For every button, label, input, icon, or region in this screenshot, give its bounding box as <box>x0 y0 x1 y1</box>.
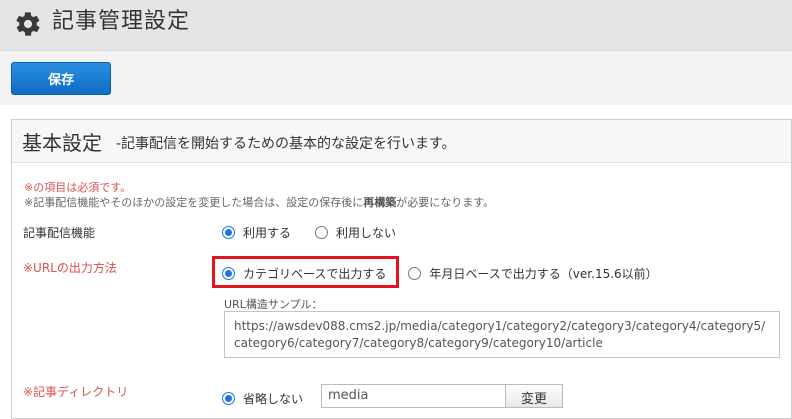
rebuild-note-post: が必要になります。 <box>396 196 495 209</box>
rebuild-note: ※記事配信機能やそのほかの設定を変更した場合は、設定の保存後に再構築が必要になり… <box>24 194 494 210</box>
directory-option-keep[interactable]: 省略しない <box>222 390 303 407</box>
radio-selected[interactable] <box>222 392 235 405</box>
directory-radio-group: 省略しない <box>222 390 327 407</box>
distribution-option-enable[interactable]: 利用する <box>222 224 291 241</box>
distribution-option-disable[interactable]: 利用しない <box>315 224 396 241</box>
distribution-label: 記事配信機能 <box>23 226 96 240</box>
url-sample-box: https://awsdev088.cms2.jp/media/category… <box>224 311 780 358</box>
panel-header: 基本設定 -記事配信を開始するための基本的な設定を行います。 <box>12 120 791 163</box>
distribution-radio-group: 利用する 利用しない <box>222 224 420 241</box>
radio-unselected[interactable] <box>408 267 422 280</box>
change-button[interactable]: 変更 <box>505 384 563 408</box>
panel-description: -記事配信を開始するための基本的な設定を行います。 <box>116 136 456 152</box>
directory-input[interactable]: media <box>321 384 506 408</box>
panel-title: 基本設定 <box>22 131 102 155</box>
page-title: 記事管理設定 <box>52 9 191 34</box>
gear-icon <box>16 12 40 36</box>
radio-selected[interactable] <box>222 226 235 239</box>
distribution-option-enable-label: 利用する <box>243 226 292 240</box>
radio-unselected[interactable] <box>315 226 329 239</box>
rebuild-note-bold: 再構築 <box>363 196 397 209</box>
required-note: ※の項目は必須です。 <box>24 181 132 194</box>
directory-label: ※記事ディレクトリ <box>23 385 129 399</box>
save-button[interactable]: 保存 <box>11 62 111 95</box>
directory-option-label: 省略しない <box>243 392 304 406</box>
rebuild-note-pre: ※記事配信機能やそのほかの設定を変更した場合は、設定の保存後に <box>24 196 364 209</box>
title-bar: 記事管理設定 <box>0 0 792 51</box>
highlight-box <box>212 256 399 288</box>
url-sample-label: URL構造サンプル： <box>224 298 323 311</box>
toolbar: 保存 <box>0 51 792 105</box>
distribution-option-disable-label: 利用しない <box>336 226 397 240</box>
url-output-label: ※URLの出力方法 <box>23 261 117 275</box>
url-option-date[interactable]: 年月日ベースで出力する（ver.15.6以前） <box>408 265 658 282</box>
url-option-date-label: 年月日ベースで出力する（ver.15.6以前） <box>429 267 658 281</box>
